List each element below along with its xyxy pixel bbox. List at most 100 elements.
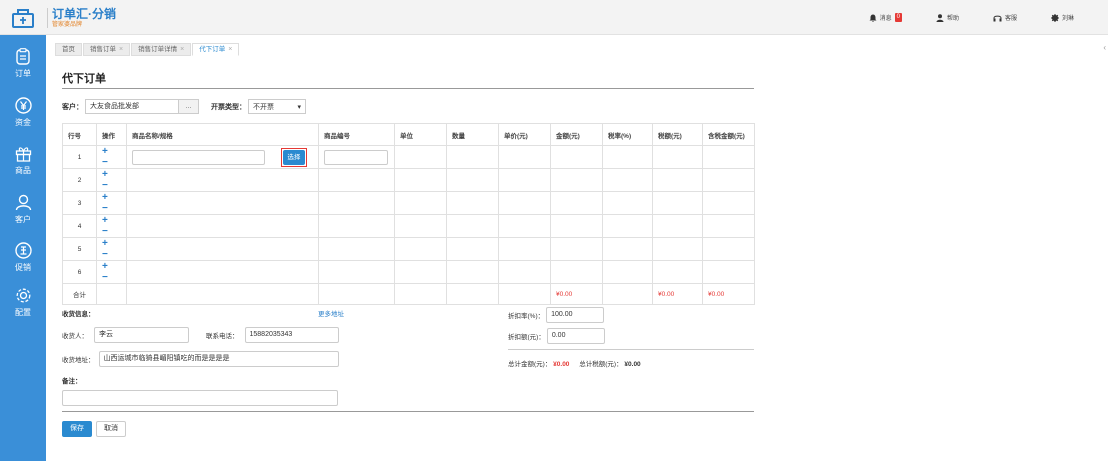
table-row: 2 + −: [62, 168, 755, 192]
table-cell: [394, 283, 447, 305]
product-name-cell: 选择: [126, 145, 319, 169]
customer-input[interactable]: 大友食品批发部: [85, 99, 179, 114]
table-cell: [652, 191, 703, 215]
table-cell: [550, 168, 603, 192]
logo: [0, 0, 46, 35]
footer-divider: [62, 411, 754, 412]
title-divider: [62, 88, 754, 89]
table-cell: [126, 283, 319, 305]
messages-link[interactable]: 消息 0: [869, 13, 902, 22]
table-cell: [318, 237, 395, 261]
table-cell: [602, 214, 653, 238]
discount-divider: [508, 349, 754, 350]
table-cell: [550, 214, 603, 238]
table-cell: [446, 237, 499, 261]
add-remove-icon[interactable]: + −: [102, 192, 111, 214]
table-cell: [498, 168, 551, 192]
close-icon[interactable]: ×: [228, 44, 232, 55]
tab-place-order[interactable]: 代下订单 ×: [192, 43, 240, 56]
brand: 订单汇·分销 管家婆品牌: [52, 8, 116, 29]
add-remove-icon[interactable]: + −: [102, 238, 111, 260]
product-name-input[interactable]: [132, 149, 265, 165]
brand-title: 订单汇·分销: [52, 7, 116, 21]
table-cell: [550, 237, 603, 261]
add-remove-icon[interactable]: + −: [102, 215, 111, 237]
table-cell: [498, 145, 551, 169]
close-icon[interactable]: ×: [180, 44, 184, 55]
row-number: 5: [62, 237, 97, 261]
save-button[interactable]: 保存: [62, 421, 92, 437]
caret-down-icon: ▾: [297, 103, 301, 111]
chevron-right-icon[interactable]: ‹: [1103, 43, 1106, 52]
headset-icon: [993, 15, 1002, 21]
table-cell: [550, 145, 603, 169]
receiver-label: 收货人：: [62, 333, 88, 340]
messages-badge: 0: [894, 13, 902, 22]
table-cell: [550, 260, 603, 284]
tab-home[interactable]: 首页: [55, 43, 82, 56]
table-cell: [318, 168, 395, 192]
customer-picker-button[interactable]: ...: [179, 99, 199, 114]
row-number: 1: [62, 145, 97, 169]
table-cell: [394, 237, 447, 261]
table-cell: [652, 168, 703, 192]
address-input[interactable]: 山西运城市临猗县嵋阳镇吃的而是是是是: [98, 351, 339, 367]
more-addresses-link[interactable]: 更多地址: [318, 308, 344, 318]
customer-label: 客户：: [62, 103, 83, 111]
table-cell: [394, 145, 447, 169]
sidebar-item-settings[interactable]: 配置: [0, 287, 46, 318]
discount-amount-input[interactable]: 0.00: [546, 328, 605, 344]
add-remove-icon[interactable]: + −: [102, 261, 111, 283]
tab-sales-order-detail[interactable]: 销售订单详情 ×: [131, 43, 192, 56]
invoice-type-select[interactable]: 不开票 ▾: [248, 99, 306, 114]
sidebar: 订单 资金 商品 客户 促销 配置: [0, 35, 46, 461]
sidebar-item-customers[interactable]: 客户: [0, 194, 46, 225]
table-cell: [702, 145, 755, 169]
user-menu[interactable]: 刘琳: [1050, 13, 1074, 22]
table-cell: [702, 168, 755, 192]
table-cell: [498, 237, 551, 261]
add-remove-icon[interactable]: + −: [102, 146, 111, 168]
table-cell: [126, 237, 319, 261]
grand-total-label: 总计金额(元)：: [508, 361, 552, 368]
table-cell: [602, 260, 653, 284]
remark-label: 备注：: [62, 378, 82, 385]
add-remove-icon[interactable]: + −: [102, 169, 111, 191]
remark-input[interactable]: [62, 390, 338, 406]
table-cell: [318, 191, 395, 215]
discount-rate-label: 折扣率(%)：: [508, 313, 545, 320]
table-cell: [394, 191, 447, 215]
user-icon: [936, 13, 944, 22]
close-icon[interactable]: ×: [119, 44, 123, 55]
tab-sales-orders[interactable]: 销售订单 ×: [83, 43, 131, 56]
top-actions: 消息 0 帮助 客服 刘琳: [869, 0, 1108, 35]
header-tax-rate: 税率(%): [602, 123, 653, 146]
discount-rate-input[interactable]: 100.00: [546, 307, 605, 323]
sidebar-item-products[interactable]: 商品: [0, 145, 46, 176]
messages-label: 消息: [879, 16, 892, 22]
row-ops: + −: [96, 260, 127, 284]
total-label: 合计: [62, 283, 97, 305]
sidebar-item-orders[interactable]: 订单: [0, 48, 46, 79]
header-amount-with-tax: 含税金额(元): [702, 123, 755, 146]
table-cell: [126, 214, 319, 238]
table-cell: [702, 237, 755, 261]
shipping-title: 收货信息：: [62, 311, 95, 318]
discount-amount-field: 折扣额(元)： 0.00: [508, 328, 605, 344]
service-link[interactable]: 客服: [993, 13, 1017, 22]
sidebar-item-promotions[interactable]: 促销: [0, 242, 46, 273]
sidebar-item-funds[interactable]: 资金: [0, 97, 46, 128]
header-tax-amount: 税额(元): [652, 123, 703, 146]
help-link[interactable]: 帮助: [936, 13, 959, 22]
receiver-input[interactable]: 李云: [94, 327, 189, 343]
phone-input[interactable]: 15882035343: [244, 327, 339, 343]
help-label: 帮助: [946, 16, 959, 22]
table-row: 5 + −: [62, 237, 755, 261]
product-code-input[interactable]: [324, 149, 388, 165]
table-cell: [652, 260, 703, 284]
select-product-button[interactable]: 选择: [282, 149, 305, 165]
table-cell: [602, 283, 653, 305]
row-number: 3: [62, 191, 97, 215]
row-ops: + −: [96, 214, 127, 238]
cancel-button[interactable]: 取消: [96, 421, 126, 437]
